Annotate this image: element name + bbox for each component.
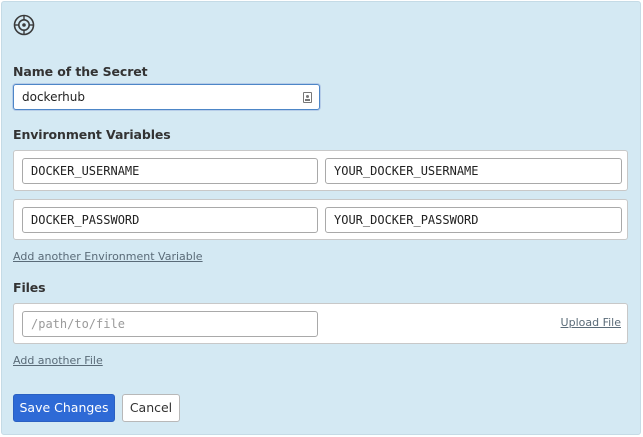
env-var-value-input[interactable]: YOUR_DOCKER_USERNAME (325, 158, 622, 184)
contact-card-icon (303, 92, 312, 103)
secret-name-value: dockerhub (22, 90, 86, 104)
add-env-var-link[interactable]: Add another Environment Variable (13, 250, 203, 263)
add-file-link[interactable]: Add another File (13, 354, 103, 367)
upload-file-link[interactable]: Upload File (561, 316, 621, 329)
env-var-value-input[interactable]: YOUR_DOCKER_PASSWORD (325, 207, 622, 233)
secret-name-label: Name of the Secret (13, 64, 148, 79)
env-var-key-input[interactable]: DOCKER_PASSWORD (22, 207, 318, 233)
env-var-row: DOCKER_PASSWORD YOUR_DOCKER_PASSWORD (13, 199, 628, 240)
cancel-button[interactable]: Cancel (122, 394, 180, 422)
secret-name-input[interactable]: dockerhub (13, 84, 320, 110)
file-row: /path/to/file Upload File (13, 303, 628, 344)
secret-editor-panel: Name of the Secret dockerhub Environment… (1, 1, 641, 435)
env-var-key-input[interactable]: DOCKER_USERNAME (22, 158, 318, 184)
env-var-row: DOCKER_USERNAME YOUR_DOCKER_USERNAME (13, 150, 628, 191)
settings-circle-icon[interactable] (13, 14, 35, 36)
files-label: Files (13, 280, 46, 295)
file-path-input[interactable]: /path/to/file (22, 311, 318, 337)
env-vars-label: Environment Variables (13, 127, 171, 142)
save-changes-button[interactable]: Save Changes (13, 394, 115, 422)
